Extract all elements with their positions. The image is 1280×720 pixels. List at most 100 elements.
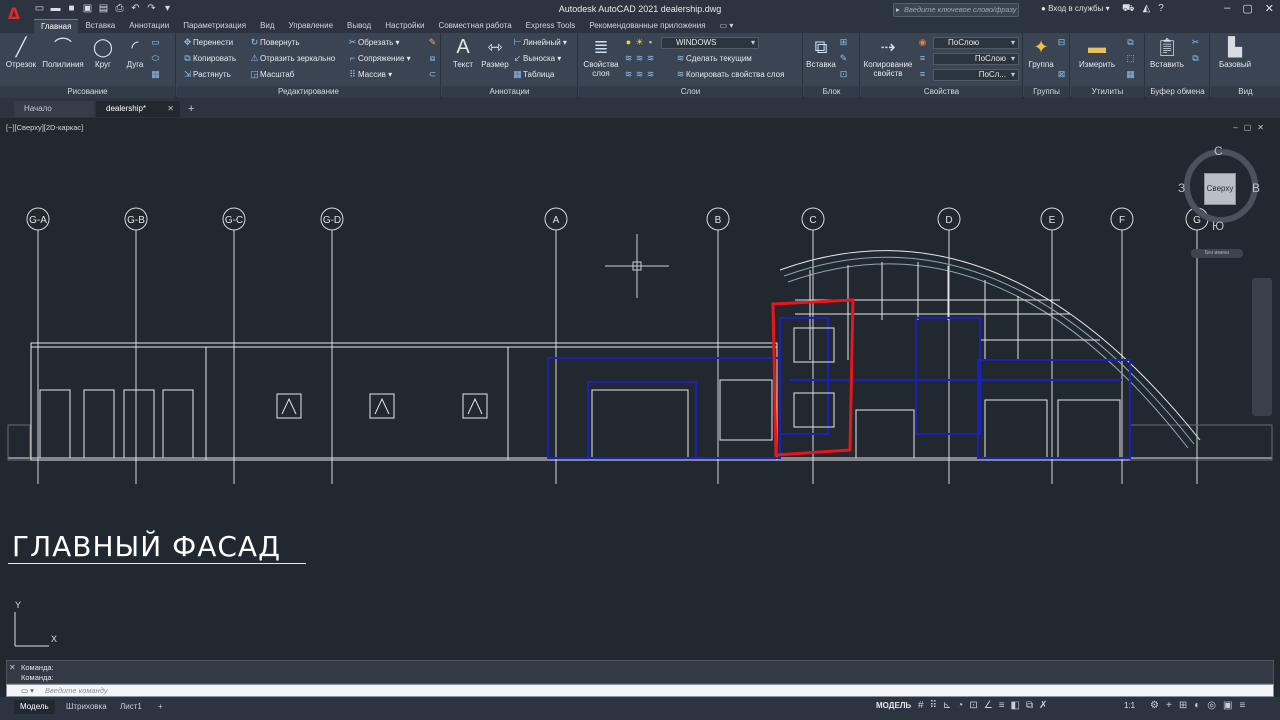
group-select-button[interactable]: ⊠ — [1056, 68, 1067, 81]
match-layer-button[interactable]: ≋ Копировать свойства слоя — [675, 68, 785, 81]
web-icon[interactable]: ▤ — [98, 3, 109, 14]
panel-utilities-title[interactable]: Утилиты — [1071, 86, 1144, 98]
create-block-button[interactable]: ⊞ — [838, 36, 849, 49]
linetype-dropdown[interactable]: ПоСл... — [933, 69, 1019, 81]
tab-start[interactable]: Начало — [14, 101, 94, 117]
ellipse-button[interactable]: ⬭ — [150, 52, 161, 65]
tab-view[interactable]: Вид — [253, 19, 281, 33]
ortho-icon[interactable]: ⊾ — [943, 700, 951, 711]
base-view-button[interactable]: ▙ Базовый — [1215, 36, 1255, 69]
viewcube-face[interactable]: Сверху — [1204, 173, 1236, 205]
viewcube-east[interactable]: В — [1252, 181, 1260, 195]
make-current-button[interactable]: ≋ Сделать текущим — [675, 52, 752, 65]
offset-button[interactable]: ⊂ — [427, 68, 438, 81]
selection-cycling-icon[interactable]: ⧉ — [1026, 700, 1033, 711]
a360-icon[interactable]: ◭ — [1143, 3, 1151, 16]
erase-button[interactable]: ✎ — [427, 36, 438, 49]
close-icon[interactable]: ✕ — [1265, 2, 1274, 15]
open-icon[interactable]: ▬ — [50, 3, 61, 14]
saveas-icon[interactable]: ▣ — [82, 3, 93, 14]
layer-state-icons[interactable]: ● ☀ ▪ — [623, 36, 656, 49]
tab-drawing[interactable]: dealership* ✕ — [96, 101, 180, 117]
print-icon[interactable]: ⎙ — [114, 3, 125, 14]
array-button[interactable]: ⠿ Массив ▾ — [347, 68, 392, 81]
ungroup-button[interactable]: ⊟ — [1056, 36, 1067, 49]
viewcube-north[interactable]: С — [1214, 144, 1223, 158]
panel-block-title[interactable]: Блок — [804, 86, 859, 98]
snap-icon[interactable]: ⠿ — [930, 700, 937, 711]
cart-icon[interactable]: ⛟ — [1122, 3, 1135, 16]
osnap-icon[interactable]: ⊡ — [969, 700, 977, 711]
rectangle-button[interactable]: ▭ — [150, 36, 161, 49]
cut-button[interactable]: ✂ — [1190, 36, 1201, 49]
quick-select-button[interactable]: ⧉ — [1125, 36, 1136, 49]
trim-button[interactable]: ✂ Обрезать ▾ — [347, 36, 400, 49]
clean-screen-icon[interactable]: ▣ — [1223, 700, 1232, 711]
annotation-visibility-icon[interactable]: ✗ — [1039, 700, 1047, 711]
panel-clipboard-title[interactable]: Буфер обмена — [1146, 86, 1209, 98]
new-icon[interactable]: ▭ — [34, 3, 45, 14]
isolate-icon[interactable]: ◐ — [1194, 700, 1200, 711]
transparency-icon[interactable]: ◧ — [1011, 700, 1020, 711]
circle-button[interactable]: ◯ Круг — [86, 36, 120, 69]
lineweight-dropdown[interactable]: ПоСлою — [933, 53, 1019, 65]
lineweight-toggle-icon[interactable]: ≡ — [999, 700, 1005, 711]
layer-tools-row1[interactable]: ≋ ≋ ≋ — [623, 52, 656, 65]
hatch-button[interactable]: ▦ — [150, 68, 161, 81]
help-icon[interactable]: ? — [1158, 3, 1164, 16]
polyline-button[interactable]: ⌒ Полилиния — [42, 36, 84, 69]
explode-button[interactable]: ⧈ — [427, 52, 438, 65]
calculator-button[interactable]: ▦ — [1125, 68, 1136, 81]
hardware-accel-icon[interactable]: ◎ — [1207, 700, 1216, 711]
tab-manage[interactable]: Управление — [282, 19, 340, 33]
layout-tab-hatch[interactable]: Штриховка — [60, 700, 113, 714]
tab-addins[interactable]: Настройки — [378, 19, 431, 33]
panel-modify-title[interactable]: Редактирование — [177, 86, 440, 98]
leader-button[interactable]: ↙ Выноска ▾ — [512, 52, 562, 65]
layer-dropdown[interactable]: WINDOWS — [661, 37, 759, 49]
scale-button[interactable]: ◲Масштаб — [249, 68, 294, 81]
block-attributes-button[interactable]: ⊡ — [838, 68, 849, 81]
layout-tab-model[interactable]: Модель — [14, 700, 55, 714]
line-button[interactable]: ╱ Отрезок — [4, 36, 38, 69]
close-command-icon[interactable]: ✕ — [9, 663, 16, 672]
paste-button[interactable]: 📋︎ Вставить — [1150, 36, 1184, 69]
rotate-button[interactable]: ↻ Повернуть — [249, 36, 300, 49]
edit-block-button[interactable]: ✎ — [838, 52, 849, 65]
model-space-button[interactable]: МОДЕЛЬ — [876, 701, 911, 710]
viewcube-west[interactable]: З — [1178, 181, 1185, 195]
tab-output[interactable]: Вывод — [340, 19, 378, 33]
tab-featured-apps[interactable]: Рекомендованные приложения — [582, 19, 712, 33]
group-button[interactable]: ✦ Группа — [1024, 36, 1058, 69]
command-input[interactable]: ▭ ▾ Введите команду — [6, 684, 1274, 697]
add-layout-icon[interactable]: + — [152, 700, 169, 714]
panel-groups-title[interactable]: Группы — [1024, 86, 1069, 98]
arc-button[interactable]: ◜ Дуга — [118, 36, 152, 69]
signin-button[interactable]: ● Вход в службы ▾ — [1041, 4, 1110, 13]
ribbon-options-icon[interactable]: ▭ ▾ — [713, 19, 741, 33]
customize-icon[interactable]: ≡ — [1239, 700, 1245, 711]
view-controls-label[interactable]: [−][Сверху][2D-каркас] — [6, 123, 83, 132]
search-input[interactable]: Введите ключевое слово/фразу — [893, 3, 1019, 17]
tab-home[interactable]: Главная — [34, 19, 79, 33]
polar-icon[interactable]: ◔ — [957, 700, 963, 711]
otrack-icon[interactable]: ∠ — [984, 700, 993, 711]
panel-annotation-title[interactable]: Аннотации — [442, 86, 577, 98]
grid-icon[interactable]: # — [918, 700, 924, 711]
dimension-button[interactable]: ⇿ Размер — [478, 36, 512, 69]
maximize-icon[interactable]: ▢ — [1242, 2, 1252, 15]
color-dropdown[interactable]: ПоСлою — [933, 37, 1019, 49]
panel-draw-title[interactable]: Рисование — [0, 86, 175, 98]
text-button[interactable]: A Текст — [446, 36, 480, 69]
drawing-viewport[interactable]: [−][Сверху][2D-каркас] –▢✕ — [0, 118, 1280, 658]
minimize-icon[interactable]: – — [1224, 2, 1230, 15]
stretch-button[interactable]: ⇲ Растянуть — [182, 68, 231, 81]
tab-parametric[interactable]: Параметризация — [176, 19, 253, 33]
panel-layers-title[interactable]: Слои — [579, 86, 802, 98]
tab-insert[interactable]: Вставка — [78, 19, 122, 33]
copy-clip-button[interactable]: ⧉ — [1190, 52, 1201, 65]
linear-button[interactable]: ⊢ Линейный ▾ — [512, 36, 567, 49]
wcs-menu[interactable]: Без имени — [1191, 249, 1243, 258]
table-button[interactable]: ▦Таблица — [512, 68, 554, 81]
panel-properties-title[interactable]: Свойства — [861, 86, 1022, 98]
